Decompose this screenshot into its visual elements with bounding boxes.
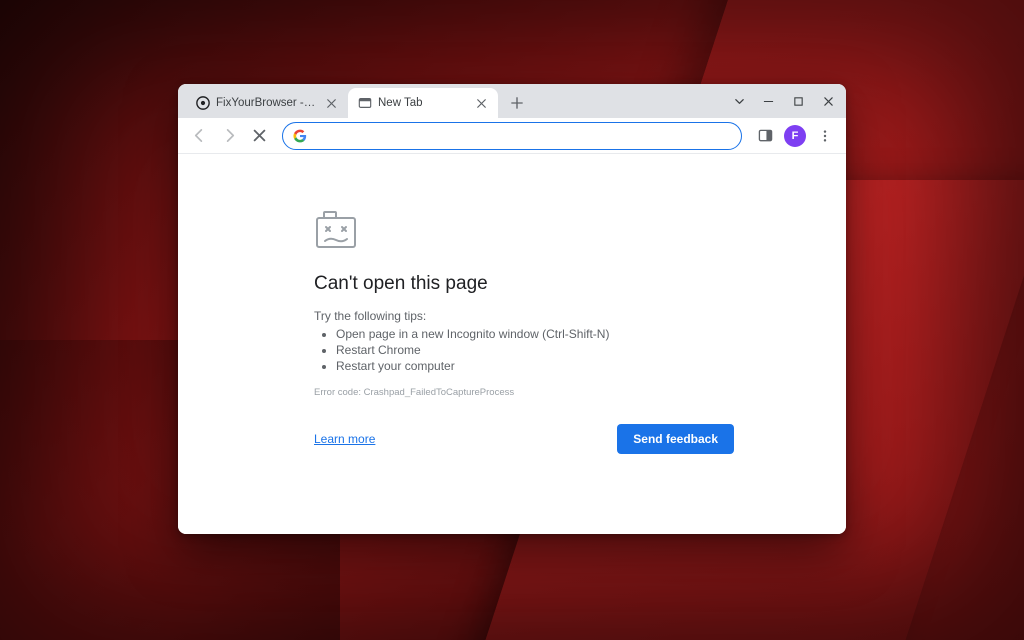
chrome-menu-button[interactable] bbox=[812, 123, 838, 149]
window-controls bbox=[726, 84, 842, 118]
error-subtitle: Try the following tips: bbox=[314, 309, 846, 323]
tab-close-button[interactable] bbox=[324, 96, 338, 110]
error-tip: Restart your computer bbox=[336, 359, 846, 373]
error-tip: Open page in a new Incognito window (Ctr… bbox=[336, 327, 846, 341]
tab-search-button[interactable] bbox=[726, 88, 752, 114]
stop-reload-button[interactable] bbox=[246, 123, 272, 149]
tab-new-tab[interactable]: New Tab bbox=[348, 88, 498, 118]
omnibox[interactable] bbox=[282, 122, 742, 150]
new-tab-button[interactable] bbox=[504, 90, 530, 116]
error-code: Error code: Crashpad_FailedToCaptureProc… bbox=[314, 387, 846, 398]
favicon-newtab bbox=[358, 96, 372, 110]
toolbar: F bbox=[178, 118, 846, 154]
back-button[interactable] bbox=[186, 123, 212, 149]
google-icon bbox=[293, 129, 307, 143]
tab-close-button[interactable] bbox=[474, 96, 488, 110]
tab-title: FixYourBrowser - Your Trusted So bbox=[216, 97, 318, 109]
error-title: Can't open this page bbox=[314, 273, 846, 295]
side-panel-button[interactable] bbox=[752, 123, 778, 149]
error-icon bbox=[314, 210, 846, 255]
favicon-fixyourbrowser bbox=[196, 96, 210, 110]
learn-more-link[interactable]: Learn more bbox=[314, 432, 375, 446]
window-close-button[interactable] bbox=[814, 87, 842, 115]
tab-fixyourbrowser[interactable]: FixYourBrowser - Your Trusted So bbox=[186, 88, 348, 118]
profile-avatar[interactable]: F bbox=[784, 125, 806, 147]
tab-strip: FixYourBrowser - Your Trusted So New Tab bbox=[178, 84, 846, 118]
address-input[interactable] bbox=[315, 128, 731, 143]
page-content: Can't open this page Try the following t… bbox=[178, 154, 846, 534]
error-tip: Restart Chrome bbox=[336, 343, 846, 357]
toolbar-right: F bbox=[752, 123, 838, 149]
window-minimize-button[interactable] bbox=[754, 87, 782, 115]
browser-window: FixYourBrowser - Your Trusted So New Tab bbox=[178, 84, 846, 534]
error-tips-list: Open page in a new Incognito window (Ctr… bbox=[314, 327, 846, 373]
window-maximize-button[interactable] bbox=[784, 87, 812, 115]
send-feedback-button[interactable]: Send feedback bbox=[617, 424, 734, 454]
error-actions: Learn more Send feedback bbox=[314, 424, 734, 454]
tab-title: New Tab bbox=[378, 97, 468, 109]
forward-button[interactable] bbox=[216, 123, 242, 149]
